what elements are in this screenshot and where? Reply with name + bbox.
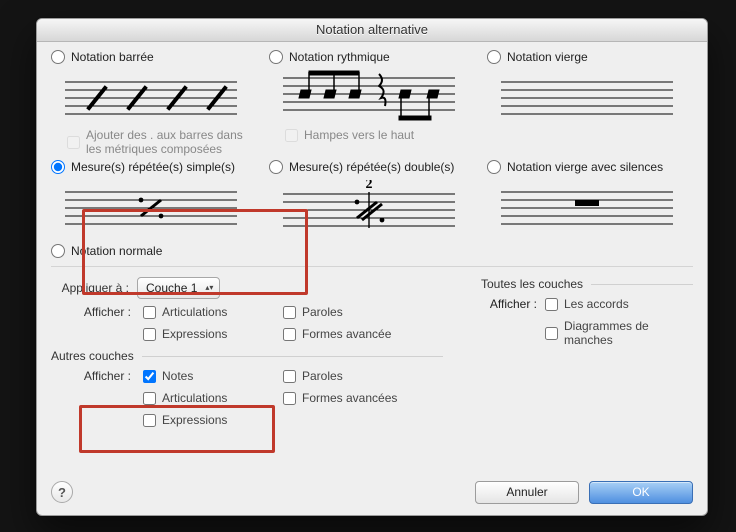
all-check-list: Les accords Diagrammes de manches	[545, 297, 693, 347]
all-layers-title: Toutes les couches	[481, 277, 693, 291]
check-paroles-2[interactable]: Paroles	[283, 369, 443, 383]
ok-button[interactable]: OK	[589, 481, 693, 504]
radio-rhythm[interactable]: Notation rythmique	[269, 50, 469, 64]
radio-normal-label: Notation normale	[71, 244, 162, 258]
staff-repeat2-icon: 2	[279, 180, 459, 232]
option-rhythm: Notation rythmique	[269, 50, 469, 142]
check-articulations[interactable]: Articulations	[143, 305, 283, 319]
apply-check-grid: Articulations Paroles Expressions Formes…	[143, 305, 443, 341]
staff-blank-icon	[497, 74, 677, 118]
dialog-window: Notation alternative Notation barrée	[36, 18, 708, 516]
preview-repeat-single	[51, 178, 251, 234]
all-show-label: Afficher :	[481, 297, 537, 311]
radio-blank-rests-input[interactable]	[487, 160, 501, 174]
all-layers-column: Toutes les couches Afficher : Les accord…	[481, 277, 693, 433]
check-frets[interactable]: Diagrammes de manches	[545, 319, 693, 347]
other-show-label: Afficher :	[51, 369, 135, 383]
updown-icon: ▴▾	[203, 285, 215, 291]
check-slash-dots-input[interactable]	[67, 136, 80, 149]
help-button[interactable]: ?	[51, 481, 73, 503]
check-notes[interactable]: Notes	[143, 369, 283, 383]
radio-slash-label: Notation barrée	[71, 50, 154, 64]
check-slash-dots-label: Ajouter des . aux barres dans les métriq…	[86, 128, 251, 156]
check-chords[interactable]: Les accords	[545, 297, 693, 311]
preview-slash	[51, 68, 251, 124]
radio-blank[interactable]: Notation vierge	[487, 50, 687, 64]
layer-select[interactable]: Couche 1 ▴▾	[137, 277, 220, 299]
option-repeat-double: Mesure(s) répétée(s) double(s) 2	[269, 160, 469, 234]
apply-show-row: Afficher : Articulations Paroles Express…	[51, 305, 443, 341]
all-show-row: Afficher : Les accords Diagrammes de man…	[481, 297, 693, 347]
preview-blank	[487, 68, 687, 124]
radio-rhythm-label: Notation rythmique	[289, 50, 390, 64]
radio-repeat-single-label: Mesure(s) répétée(s) simple(s)	[71, 160, 235, 174]
preview-blank-rests	[487, 178, 687, 234]
radio-blank-rests-label: Notation vierge avec silences	[507, 160, 663, 174]
radio-blank-label: Notation vierge	[507, 50, 588, 64]
check-expressions[interactable]: Expressions	[143, 327, 283, 341]
preview-rhythm	[269, 68, 469, 124]
option-slash: Notation barrée	[51, 50, 251, 156]
apply-column: Appliquer à : Couche 1 ▴▾ Afficher : Art…	[51, 277, 443, 433]
check-stems-up-label: Hampes vers le haut	[304, 128, 414, 142]
check-stems-up[interactable]: Hampes vers le haut	[269, 128, 469, 142]
radio-slash[interactable]: Notation barrée	[51, 50, 251, 64]
radio-repeat-double-input[interactable]	[269, 160, 283, 174]
notation-options-row-2: Mesure(s) répétée(s) simple(s)	[51, 160, 693, 234]
staff-slash-icon	[61, 74, 241, 118]
staff-repeat1-icon	[61, 184, 241, 228]
radio-normal[interactable]: Notation normale	[51, 244, 693, 258]
check-formes[interactable]: Formes avancée	[283, 327, 443, 341]
other-check-grid: Notes Paroles Articulations Formes avanc…	[143, 369, 443, 427]
window-title: Notation alternative	[37, 19, 707, 42]
apply-show-label: Afficher :	[51, 305, 135, 319]
other-layers-title: Autres couches	[51, 349, 443, 363]
staff-blank-rests-icon	[497, 184, 677, 228]
check-stems-up-input[interactable]	[285, 129, 298, 142]
radio-normal-input[interactable]	[51, 244, 65, 258]
check-formes-2[interactable]: Formes avancées	[283, 391, 443, 405]
radio-rhythm-input[interactable]	[269, 50, 283, 64]
radio-slash-input[interactable]	[51, 50, 65, 64]
option-normal-row: Notation normale	[51, 244, 693, 258]
radio-repeat-single-input[interactable]	[51, 160, 65, 174]
cancel-button[interactable]: Annuler	[475, 481, 579, 504]
separator	[51, 266, 693, 267]
lower-columns: Appliquer à : Couche 1 ▴▾ Afficher : Art…	[51, 277, 693, 433]
check-articulations-2[interactable]: Articulations	[143, 391, 283, 405]
apply-label: Appliquer à :	[51, 281, 129, 295]
check-paroles[interactable]: Paroles	[283, 305, 443, 319]
staff-rhythm-icon	[279, 68, 459, 124]
dialog-footer: ? Annuler OK	[37, 478, 707, 506]
preview-repeat-double: 2	[269, 178, 469, 234]
radio-repeat-double[interactable]: Mesure(s) répétée(s) double(s)	[269, 160, 469, 174]
option-blank-rests: Notation vierge avec silences	[487, 160, 687, 234]
check-expressions-2[interactable]: Expressions	[143, 413, 283, 427]
layer-select-value: Couche 1	[146, 281, 197, 295]
notation-options-row-1: Notation barrée	[51, 50, 693, 156]
radio-blank-rests[interactable]: Notation vierge avec silences	[487, 160, 687, 174]
radio-repeat-single[interactable]: Mesure(s) répétée(s) simple(s)	[51, 160, 251, 174]
radio-blank-input[interactable]	[487, 50, 501, 64]
check-slash-dots[interactable]: Ajouter des . aux barres dans les métriq…	[51, 128, 251, 156]
repeat-double-badge: 2	[366, 180, 373, 192]
radio-repeat-double-label: Mesure(s) répétée(s) double(s)	[289, 160, 454, 174]
apply-row: Appliquer à : Couche 1 ▴▾	[51, 277, 443, 299]
dialog-content: Notation barrée	[37, 42, 707, 516]
option-blank: Notation vierge	[487, 50, 687, 124]
other-show-row: Afficher : Notes Paroles Articulations F…	[51, 369, 443, 427]
option-repeat-single: Mesure(s) répétée(s) simple(s)	[51, 160, 251, 234]
